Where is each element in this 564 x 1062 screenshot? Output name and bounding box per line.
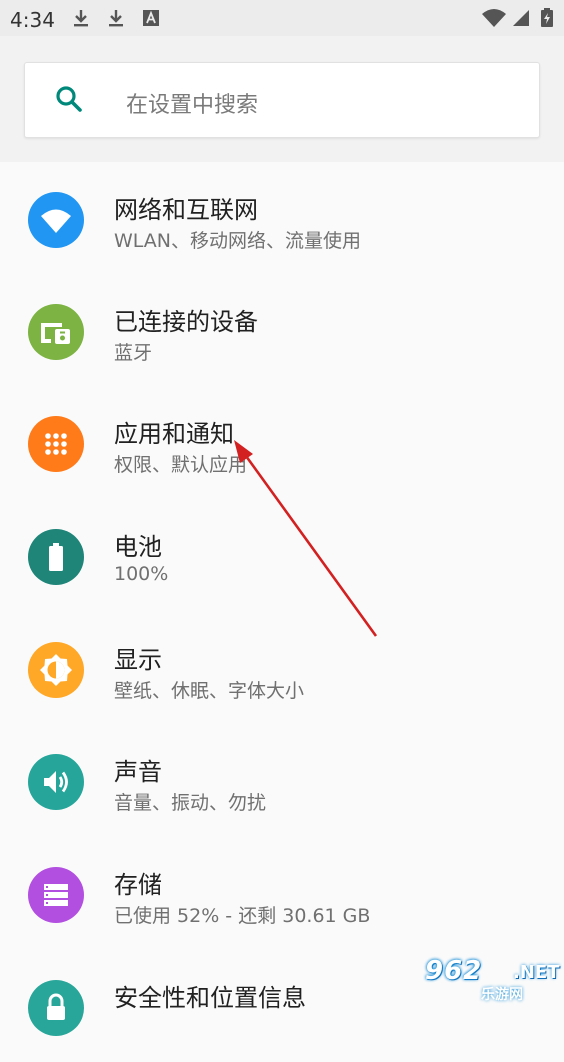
- settings-item-title: 安全性和位置信息: [114, 984, 306, 1012]
- settings-item-subtitle: 壁纸、休眠、字体大小: [114, 680, 305, 702]
- status-bar: 4:34: [0, 0, 564, 36]
- settings-item-subtitle: 100%: [114, 563, 169, 585]
- devices-icon: [28, 304, 84, 360]
- settings-item-subtitle: WLAN、移动网络、流量使用: [114, 230, 362, 252]
- lock-icon: [28, 980, 84, 1036]
- settings-item-display[interactable]: 显示 壁纸、休眠、字体大小: [0, 612, 564, 724]
- settings-item-subtitle: 权限、默认应用: [114, 454, 248, 476]
- search-icon: [56, 86, 82, 112]
- settings-item-title: 网络和互联网: [114, 196, 258, 224]
- download-icon: [74, 10, 88, 27]
- settings-item-storage[interactable]: 存储 已使用 52% - 还剩 30.61 GB: [0, 837, 564, 949]
- watermark-logo: 962 .NET 乐游网: [425, 956, 560, 1003]
- settings-item-battery[interactable]: 电池 100%: [0, 499, 564, 611]
- watermark-number: 962: [425, 956, 483, 986]
- storage-icon: [28, 867, 84, 923]
- wifi-icon: [28, 192, 84, 248]
- volume-icon: [28, 754, 84, 810]
- search-bar[interactable]: 在设置中搜索: [24, 62, 540, 138]
- settings-item-apps[interactable]: 应用和通知 权限、默认应用: [0, 386, 564, 498]
- settings-item-title: 显示: [114, 646, 162, 674]
- settings-item-subtitle: 已使用 52% - 还剩 30.61 GB: [114, 905, 371, 927]
- settings-item-sound[interactable]: 声音 音量、振动、勿扰: [0, 724, 564, 836]
- download-icon: [109, 10, 123, 27]
- wifi-icon: [482, 9, 506, 27]
- settings-item-title: 已连接的设备: [114, 308, 258, 336]
- watermark-domain: .NET: [513, 962, 560, 983]
- status-time: 4:34: [10, 8, 55, 32]
- watermark-site: 乐游网: [481, 987, 523, 1003]
- apps-icon: [28, 416, 84, 472]
- settings-item-title: 电池: [114, 533, 162, 561]
- settings-item-title: 声音: [114, 758, 162, 786]
- battery-icon: [541, 8, 553, 27]
- settings-item-connected-devices[interactable]: 已连接的设备 蓝牙: [0, 274, 564, 386]
- font-a-icon: [143, 10, 159, 26]
- settings-item-title: 应用和通知: [114, 420, 234, 448]
- settings-item-title: 存储: [114, 871, 162, 899]
- settings-item-subtitle: 蓝牙: [114, 342, 153, 364]
- settings-item-subtitle: 音量、振动、勿扰: [114, 792, 267, 814]
- brightness-icon: [28, 642, 84, 698]
- cellular-icon: [513, 10, 529, 26]
- search-placeholder: 在设置中搜索: [126, 93, 259, 118]
- battery-icon: [28, 529, 84, 585]
- settings-item-network[interactable]: 网络和互联网 WLAN、移动网络、流量使用: [0, 162, 564, 274]
- search-header: 在设置中搜索: [0, 36, 564, 162]
